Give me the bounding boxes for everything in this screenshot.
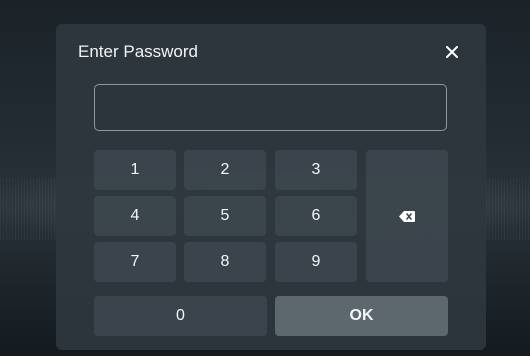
key-9[interactable]: 9: [275, 242, 357, 282]
dialog-title: Enter Password: [78, 42, 198, 61]
close-button[interactable]: [440, 40, 464, 64]
key-label: 8: [220, 253, 230, 270]
key-label: 1: [130, 161, 140, 178]
key-label: 4: [130, 207, 140, 224]
key-label: 0: [176, 307, 185, 324]
close-icon: [446, 46, 458, 58]
key-label: 6: [311, 207, 321, 224]
key-5[interactable]: 5: [184, 196, 266, 236]
backspace-button[interactable]: [366, 150, 448, 282]
key-0[interactable]: 0: [94, 296, 267, 336]
backspace-icon: [399, 210, 415, 222]
key-4[interactable]: 4: [94, 196, 176, 236]
key-label: 5: [220, 207, 230, 224]
password-dialog: Enter Password 1 2 3 4 5 6 7 8 9 0 OK: [56, 24, 486, 350]
key-8[interactable]: 8: [184, 242, 266, 282]
key-6[interactable]: 6: [275, 196, 357, 236]
password-input[interactable]: [94, 84, 447, 131]
ok-button[interactable]: OK: [275, 296, 448, 336]
key-label: 7: [130, 253, 140, 270]
key-1[interactable]: 1: [94, 150, 176, 190]
key-label: 3: [311, 161, 321, 178]
key-label: 9: [311, 253, 321, 270]
key-2[interactable]: 2: [184, 150, 266, 190]
key-7[interactable]: 7: [94, 242, 176, 282]
key-3[interactable]: 3: [275, 150, 357, 190]
ok-label: OK: [349, 307, 374, 324]
key-label: 2: [220, 161, 230, 178]
